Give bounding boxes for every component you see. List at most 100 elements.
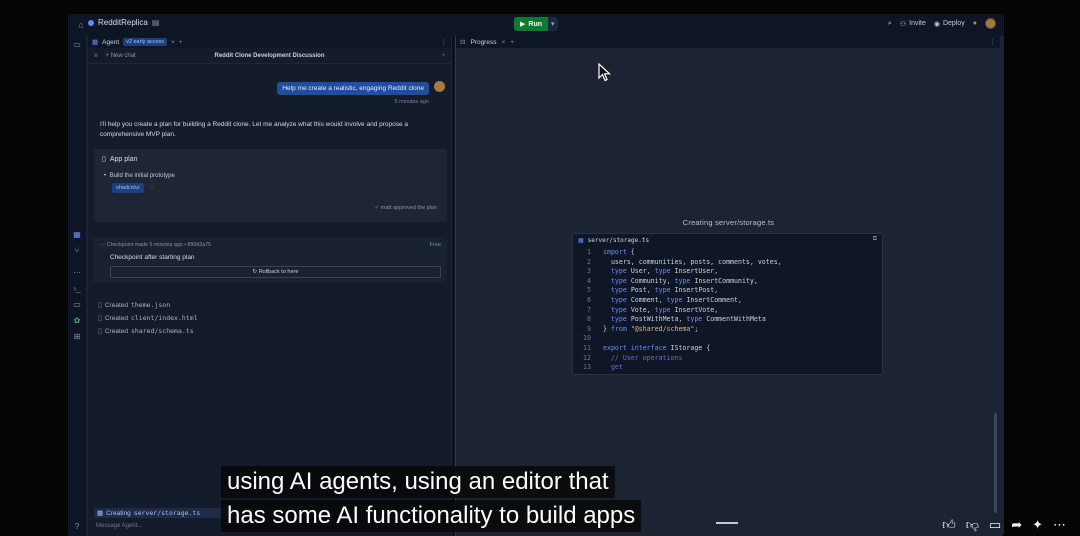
shell-icon[interactable]: ›_ bbox=[72, 284, 82, 294]
conversation-title: Reddit Clone Development Discussion bbox=[214, 52, 325, 59]
created-file-name[interactable]: client/index.html bbox=[131, 314, 198, 322]
run-options-chevron-icon[interactable]: ▾ bbox=[548, 17, 558, 31]
code-body: 1 import { 2 users, communities, posts, c… bbox=[573, 246, 882, 373]
agent-icon[interactable]: ▦ bbox=[72, 230, 82, 240]
search-icon[interactable]: ⌕ bbox=[888, 20, 892, 28]
creating-file-label: Creating server/storage.ts bbox=[682, 218, 775, 227]
plan-tag: shadcn/ui bbox=[112, 183, 144, 193]
close-tab-icon[interactable]: × bbox=[171, 39, 175, 46]
created-file-item: ▯ Created theme.json bbox=[98, 301, 170, 309]
database-icon[interactable]: ⋯ bbox=[72, 268, 82, 278]
info-icon[interactable]: ◌ bbox=[150, 184, 154, 191]
code-line: 6 type Comment, type InsertComment, bbox=[587, 295, 742, 304]
agent-pane: ▦ Agent v2 early access × + ⋮ ≡ + New ch… bbox=[88, 36, 451, 536]
early-access-badge: v2 early access bbox=[123, 38, 168, 46]
home-icon[interactable]: ⌂ bbox=[74, 20, 88, 30]
code-line: 12 // User operations bbox=[583, 353, 683, 362]
folder-icon[interactable]: ▤ bbox=[152, 18, 160, 27]
progress-tab-icon: ⊟ bbox=[460, 39, 466, 46]
player-progress-indicator bbox=[716, 522, 738, 524]
like-icon[interactable]: 👍︎ bbox=[942, 517, 956, 533]
more-options-icon[interactable]: ⋯ bbox=[1053, 517, 1066, 533]
created-file-item: ▯ Created client/index.html bbox=[98, 314, 198, 322]
invite-label: Invite bbox=[909, 20, 926, 27]
app-plan-card: ▯ App plan • Build the initial prototype… bbox=[94, 149, 447, 222]
message-timestamp: 5 minutes ago bbox=[394, 99, 429, 105]
file-icon: ▯ bbox=[98, 315, 102, 322]
code-preview-card: ▦ server/storage.ts ⧉ 1 import { 2 users,… bbox=[572, 233, 883, 375]
agent-tab-bar: ▦ Agent v2 early access × + ⋮ bbox=[88, 36, 451, 48]
rollback-button[interactable]: ↻ Rollback to here bbox=[110, 266, 441, 278]
more-icon[interactable]: ⋮ bbox=[990, 38, 997, 46]
created-file-item: ▯ Created shared/schema.ts bbox=[98, 327, 194, 335]
tab-agent[interactable]: Agent bbox=[102, 39, 119, 46]
files-icon[interactable]: ▭ bbox=[72, 40, 82, 50]
user-avatar[interactable] bbox=[985, 18, 996, 29]
agent-reply: I'll help you create a plan for building… bbox=[100, 121, 409, 138]
checkpoint-meta: ⋯ Checkpoint made 5 minutes ago • 890d2a… bbox=[100, 242, 211, 248]
secrets-icon[interactable]: ✿ bbox=[72, 316, 82, 326]
comment-icon[interactable]: ▭ bbox=[989, 517, 1001, 533]
checkpoint-icon: ⋯ bbox=[100, 242, 106, 248]
mouse-cursor-icon bbox=[598, 63, 612, 82]
plan-item: • Build the initial prototype bbox=[104, 173, 175, 179]
user-message-avatar bbox=[434, 81, 445, 92]
clipboard-icon: ▯ bbox=[102, 156, 106, 163]
checkpoint-card: ⋯ Checkpoint made 5 minutes ago • 890d2a… bbox=[94, 237, 447, 283]
play-icon: ▶ bbox=[520, 21, 526, 28]
code-line: 7 type Vote, type InsertVote, bbox=[587, 305, 719, 314]
checkpoint-title: Checkpoint after starting plan bbox=[110, 254, 195, 261]
created-file-name[interactable]: shared/schema.ts bbox=[131, 327, 194, 335]
code-line: 1 import { bbox=[587, 248, 635, 256]
top-right-actions: ⌕ ⚇ Invite ◉ Deploy ● bbox=[888, 18, 996, 29]
checkpoint-meta-label: Checkpoint made 5 minutes ago • 890d2a75 bbox=[106, 242, 212, 248]
add-tab-icon[interactable]: + bbox=[179, 39, 183, 46]
message-agent-input[interactable]: Message Agent... bbox=[96, 523, 142, 529]
file-icon: ▯ bbox=[98, 302, 102, 309]
left-rail: ▭ ▦ ⑂ ⋯ ›_ ▭ ✿ ⊞ ? bbox=[68, 36, 86, 536]
agent-tab-icon: ▦ bbox=[92, 39, 99, 46]
sparkle-icon[interactable]: ✦ bbox=[1032, 517, 1043, 533]
invite-button[interactable]: ⚇ Invite bbox=[900, 20, 926, 28]
deploy-label: Deploy bbox=[942, 20, 965, 27]
repl-avatar-icon bbox=[88, 19, 94, 26]
dislike-icon[interactable]: 👎︎ bbox=[966, 517, 979, 533]
run-control: ▶ Run ▾ bbox=[514, 17, 558, 31]
notification-icon[interactable]: ● bbox=[973, 20, 977, 27]
expand-icon[interactable]: ⧉ bbox=[873, 236, 877, 243]
caption-line-2: has some AI functionality to build apps bbox=[221, 500, 642, 532]
check-icon: ✓ bbox=[374, 205, 380, 211]
plan-title: App plan bbox=[109, 155, 138, 163]
add-user-icon: ⚇ bbox=[899, 20, 907, 28]
preview-icon[interactable]: ▭ bbox=[72, 300, 82, 310]
deploy-button[interactable]: ◉ Deploy bbox=[934, 20, 965, 28]
created-file-name[interactable]: theme.json bbox=[131, 301, 170, 309]
close-tab-icon[interactable]: × bbox=[501, 39, 505, 46]
code-line: 9} from "@shared/schema"; bbox=[587, 324, 699, 333]
agent-status-icon: ▦ bbox=[97, 510, 104, 517]
help-icon[interactable]: ? bbox=[72, 522, 82, 532]
branch-icon[interactable]: ⑂ bbox=[72, 246, 82, 256]
more-icon[interactable]: ⋮ bbox=[441, 38, 448, 46]
run-button[interactable]: ▶ Run bbox=[514, 17, 548, 31]
repl-name[interactable]: RedditReplica ▤ bbox=[88, 18, 159, 27]
code-line: 8 type PostWithMeta, type CommentWithMet… bbox=[587, 315, 766, 324]
tab-progress[interactable]: Progress bbox=[470, 39, 496, 46]
top-bar: ⌂ RedditReplica ▤ ▶ Run ▾ ⌕ ⚇ Invite ◉ D… bbox=[68, 14, 1004, 36]
grid-icon[interactable]: ⊞ bbox=[72, 332, 82, 342]
repl-name-label: RedditReplica bbox=[98, 18, 148, 27]
created-label: Created bbox=[104, 301, 128, 309]
plan-approved-label: matt approved the plan bbox=[380, 205, 437, 211]
created-label: Created bbox=[104, 314, 128, 322]
plan-header: ▯ App plan bbox=[102, 155, 138, 164]
code-line: 4 type Community, type InsertCommunity, bbox=[587, 276, 758, 285]
code-preview-header: ▦ server/storage.ts ⧉ bbox=[573, 234, 882, 246]
progress-pane: ⊟ Progress × + ⋮ Creating server/storage… bbox=[455, 36, 1000, 536]
share-icon[interactable]: ➦ bbox=[1011, 517, 1022, 533]
progress-scrollbar[interactable] bbox=[994, 413, 997, 513]
code-file-name: server/storage.ts bbox=[587, 236, 650, 244]
code-line: 10 bbox=[583, 334, 591, 343]
typescript-file-icon: ▦ bbox=[578, 237, 584, 244]
add-tab-icon[interactable]: + bbox=[510, 39, 514, 46]
plan-item-label: Build the initial prototype bbox=[109, 173, 175, 179]
